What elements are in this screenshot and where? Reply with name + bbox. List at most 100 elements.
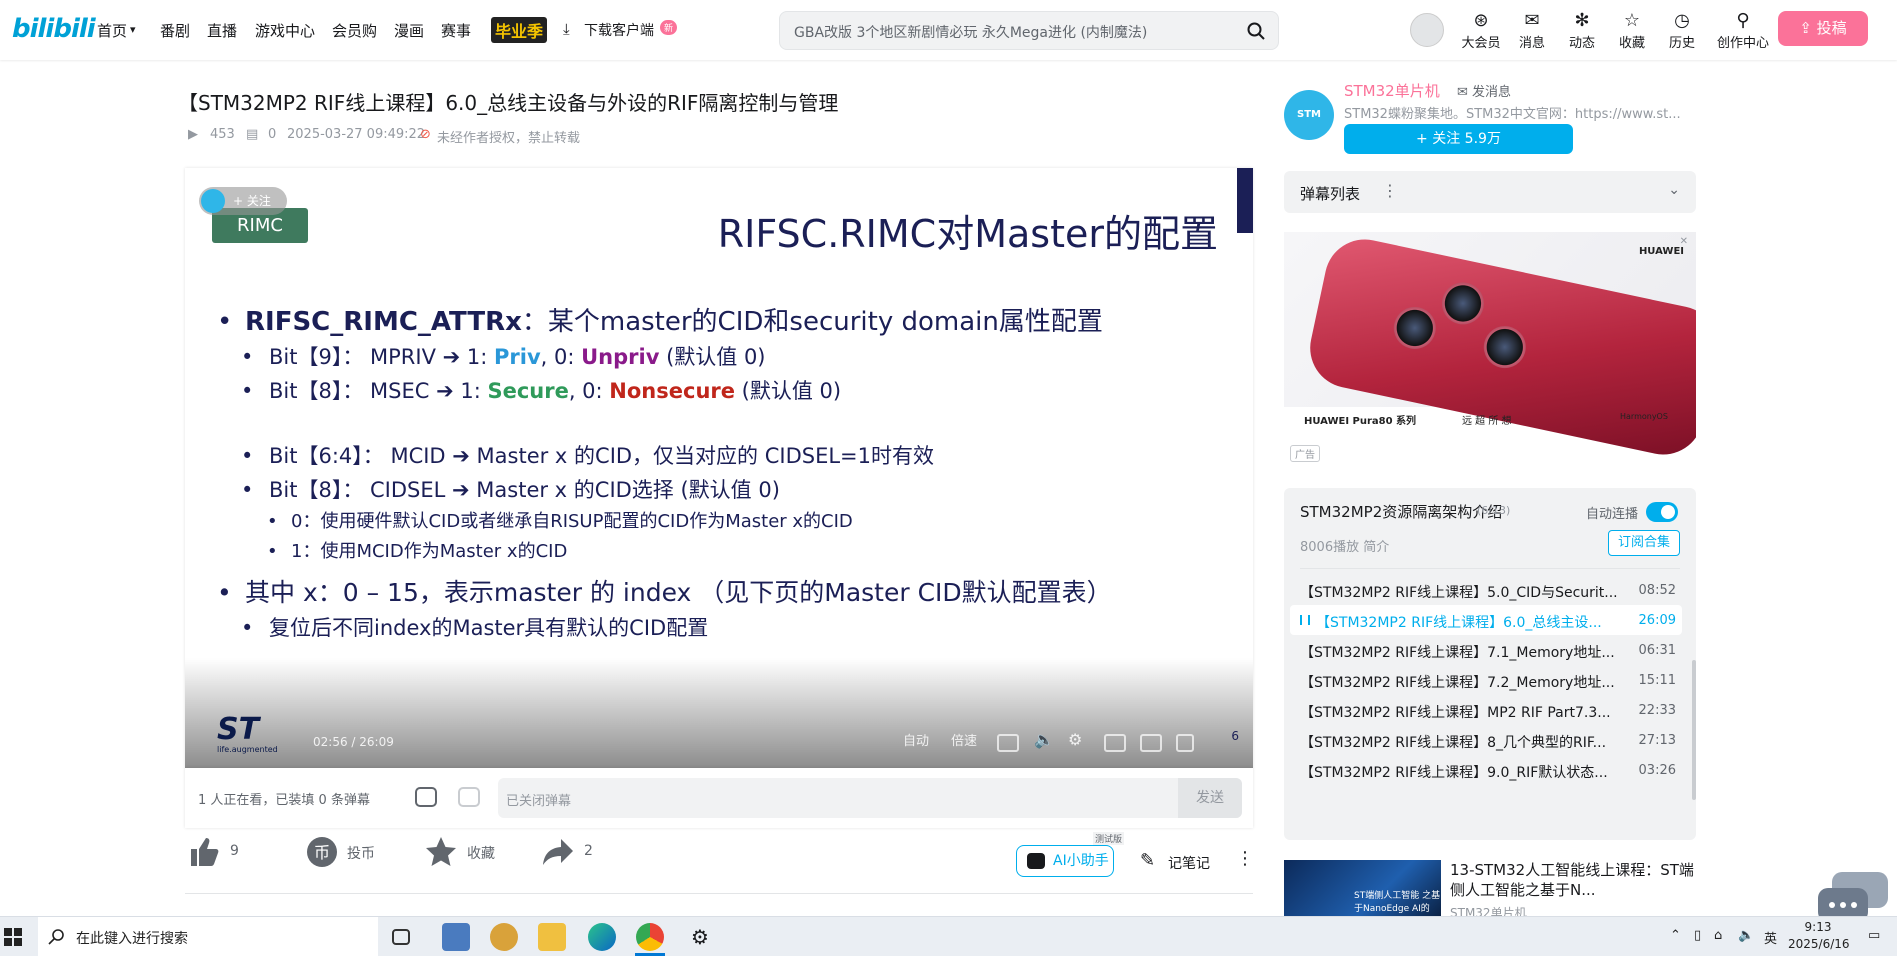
recommended-thumbnail[interactable]: ST端侧人工智能 之基于NanoEdge AI的 xyxy=(1284,860,1441,920)
favorite-icon[interactable] xyxy=(424,835,458,869)
subscribe-collection-button[interactable]: 订阅合集 xyxy=(1608,530,1680,556)
nav-download-client[interactable]: 下载客户端 xyxy=(584,20,654,40)
search-input[interactable]: GBA改版 3个地区新剧情必玩 永久Mega进化 (内制魔法) xyxy=(794,22,1147,42)
close-icon[interactable]: ✕ xyxy=(1680,236,1688,247)
uploader-name[interactable]: STM32单片机 xyxy=(1344,80,1440,101)
windows-start-icon[interactable] xyxy=(4,928,22,946)
danmaku-toggle-icon[interactable] xyxy=(997,734,1019,752)
recommended-video[interactable]: ST端侧人工智能 之基于NanoEdge AI的 13-STM32人工智能线上课… xyxy=(1284,860,1696,920)
playlist-title[interactable]: STM32MP2资源隔离架构介绍 xyxy=(1300,501,1502,522)
download-icon[interactable]: ⤓ xyxy=(563,20,570,38)
file-explorer-icon[interactable] xyxy=(538,923,566,951)
settings-icon[interactable]: ⚙ xyxy=(1068,730,1082,749)
coin-icon[interactable]: 币 xyxy=(305,835,339,869)
ad-label: 广告 xyxy=(1290,445,1320,462)
app-icon[interactable] xyxy=(490,923,518,951)
slide-line-3: • Bit【8】： MSEC ➔ 1: Secure, 0: Nonsecure … xyxy=(241,379,842,403)
edge-icon[interactable] xyxy=(588,923,616,951)
slide-line-4-text: Bit【6:4】： MCID ➔ Master x 的CID，仅当对应的 CID… xyxy=(269,444,935,468)
playlist-item[interactable]: 【STM32MP2 RIF线上课程】8_几个典型的RIF... 27:13 xyxy=(1290,725,1682,755)
share-icon[interactable] xyxy=(541,835,575,869)
header-vip[interactable]: ⊛ 大会员 xyxy=(1459,10,1503,51)
publish-date: 2025-03-27 09:49:22 xyxy=(287,127,426,142)
danmaku-settings-icon[interactable] xyxy=(458,787,480,807)
volume-icon[interactable]: 🔈 xyxy=(1738,928,1754,943)
task-view-icon[interactable] xyxy=(392,929,410,945)
calculator-icon[interactable] xyxy=(442,923,470,951)
user-avatar[interactable] xyxy=(1410,13,1444,47)
playback-speed-button[interactable]: 倍速 xyxy=(951,730,977,749)
auto-quality-button[interactable]: 自动 xyxy=(903,730,929,749)
widescreen-icon[interactable] xyxy=(1140,734,1162,752)
video-player[interactable]: RIMC + 关注 RIFSC.RIMC对Master的配置 • RIFSC_RI… xyxy=(185,168,1253,768)
volume-icon[interactable]: 🔈 xyxy=(1034,730,1054,749)
nav-graduation-season[interactable]: 毕业季 xyxy=(491,17,548,43)
bilibili-logo[interactable]: bilibili xyxy=(12,14,96,44)
ime-indicator[interactable]: 英 xyxy=(1764,928,1777,947)
header-feed[interactable]: ✻ 动态 xyxy=(1560,10,1604,51)
follow-button[interactable]: + 关注 5.9万 xyxy=(1344,124,1573,154)
beta-badge: 测试版 xyxy=(1093,832,1125,845)
nav-game-center[interactable]: 游戏中心 xyxy=(255,20,315,41)
send-message-link[interactable]: ✉ 发消息 xyxy=(1457,81,1511,100)
header-messages[interactable]: ✉ 消息 xyxy=(1510,10,1554,51)
chevron-down-icon[interactable]: ⌄ xyxy=(1668,182,1680,198)
nav-live[interactable]: 直播 xyxy=(207,20,237,41)
nav-anime[interactable]: 番剧 xyxy=(160,20,190,41)
playlist-item[interactable]: 【STM32MP2 RIF线上课程】MP2 RIF Part7.3... 22:3… xyxy=(1290,695,1682,725)
recommended-title[interactable]: 13-STM32人工智能线上课程：ST端侧人工智能之基于N... xyxy=(1450,860,1696,900)
playlist-item-current[interactable]: 【STM32MP2 RIF线上课程】6.0_总线主设... 26:09 xyxy=(1290,605,1682,635)
header-favorites[interactable]: ☆ 收藏 xyxy=(1610,10,1654,51)
header-creator-center[interactable]: ⚲ 创作中心 xyxy=(1712,10,1774,51)
autoplay-toggle[interactable] xyxy=(1646,502,1678,522)
slide-line-3-a: Bit【8】： MSEC ➔ 1: xyxy=(269,379,488,403)
chrome-icon[interactable] xyxy=(636,923,664,951)
divider xyxy=(1300,568,1680,569)
network-icon[interactable]: ⌂ xyxy=(1714,928,1722,943)
danmaku-list-menu-icon[interactable]: ⋮ xyxy=(1382,181,1398,200)
svg-text:币: 币 xyxy=(314,843,330,862)
danmaku-count-icon: ▤ xyxy=(246,127,259,142)
upload-button[interactable]: ⇪ 投稿 xyxy=(1778,11,1868,46)
player-follow-chip[interactable]: + 关注 xyxy=(199,187,287,215)
search-icon[interactable] xyxy=(1246,21,1266,41)
favorite-label: 收藏 xyxy=(467,846,495,862)
nav-manga[interactable]: 漫画 xyxy=(394,20,424,41)
send-danmaku-button[interactable]: 发送 xyxy=(1178,778,1242,818)
playlist-item-title: 【STM32MP2 RIF线上课程】5.0_CID与Securit... xyxy=(1300,585,1618,601)
danmaku-list-panel[interactable]: 弹幕列表 ⋮ ⌄ xyxy=(1284,171,1696,213)
ai-assistant-button[interactable]: AI小助手 xyxy=(1016,845,1114,877)
danmaku-input[interactable]: 已关闭弹幕 发送 xyxy=(498,778,1242,818)
nav-mall[interactable]: 会员购 xyxy=(332,20,377,41)
uploader-avatar[interactable]: STM xyxy=(1284,90,1334,140)
taskbar-search[interactable]: 在此键入进行搜索 xyxy=(38,917,378,957)
slide-line-3-b: , 0: xyxy=(568,379,610,403)
more-options-icon[interactable]: ⋮ xyxy=(1236,848,1254,869)
danmaku-display-icon[interactable] xyxy=(415,787,437,807)
playlist-item[interactable]: 【STM32MP2 RIF线上课程】7.2_Memory地址... 15:11 xyxy=(1290,665,1682,695)
usb-icon[interactable]: ▯ xyxy=(1694,928,1701,943)
playlist-item[interactable]: 【STM32MP2 RIF线上课程】5.0_CID与Securit... 08:5… xyxy=(1290,575,1682,605)
like-icon[interactable] xyxy=(188,835,222,869)
notes-icon[interactable]: ✎ xyxy=(1140,850,1155,871)
header-history[interactable]: ◷ 历史 xyxy=(1660,10,1704,51)
take-notes-button[interactable]: 记笔记 xyxy=(1168,853,1210,873)
nav-esports[interactable]: 赛事 xyxy=(441,20,471,41)
playlist-item[interactable]: 【STM32MP2 RIF线上课程】7.1_Memory地址... 06:31 xyxy=(1290,635,1682,665)
header-creator-label: 创作中心 xyxy=(1716,36,1769,51)
chevron-up-icon[interactable]: ⌃ xyxy=(1670,928,1681,943)
slide-line-4: • Bit【6:4】： MCID ➔ Master x 的CID，仅当对应的 CI… xyxy=(241,444,935,468)
picture-in-picture-icon[interactable] xyxy=(1104,734,1126,752)
settings-icon[interactable]: ⚙ xyxy=(686,923,714,951)
search-box[interactable]: GBA改版 3个地区新剧情必玩 永久Mega进化 (内制魔法) xyxy=(779,11,1279,50)
chevron-down-icon[interactable]: ▾ xyxy=(130,23,136,36)
nav-home[interactable]: 首页 xyxy=(97,20,127,41)
playlist-scrollbar[interactable] xyxy=(1692,660,1696,800)
taskbar-clock[interactable]: 9:13 2025/6/16 xyxy=(1788,919,1850,953)
top-nav-bar: bilibili 首页 ▾ 番剧 直播 游戏中心 会员购 漫画 赛事 毕业季 ⤓… xyxy=(0,0,1897,60)
fullscreen-icon[interactable] xyxy=(1176,734,1194,752)
playlist-item[interactable]: 【STM32MP2 RIF线上课程】9.0_RIF默认状态... 03:26 xyxy=(1290,755,1682,785)
playlist-meta[interactable]: 8006播放 简介 xyxy=(1300,536,1389,555)
notification-icon[interactable]: ▭ xyxy=(1868,928,1880,943)
advertisement[interactable]: HUAWEI ✕ HUAWEI Pura80 系列 远 超 所 想 Harmon… xyxy=(1284,232,1696,464)
